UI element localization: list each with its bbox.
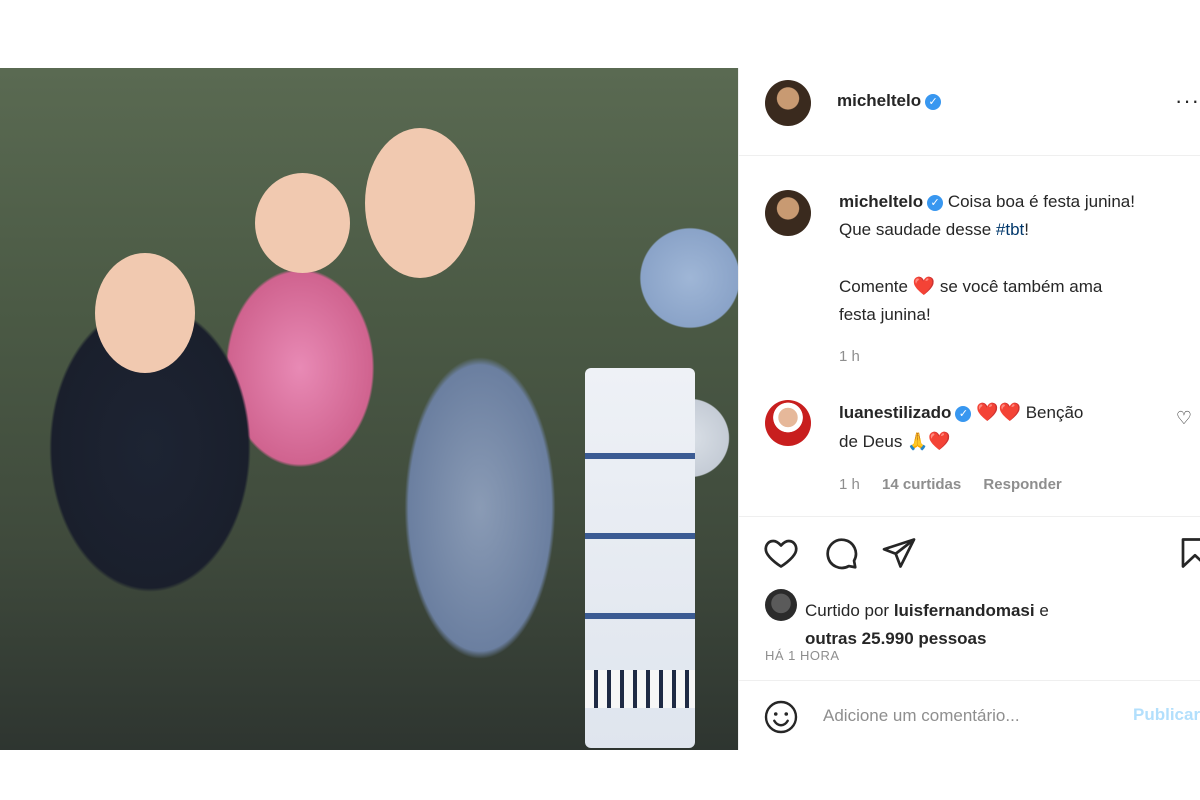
caption-time[interactable]: 1 h (839, 348, 860, 365)
liked-by-avatar[interactable] (765, 589, 797, 621)
pray-emoji: 🙏 (907, 432, 929, 451)
comment-likes[interactable]: 14 curtidas (882, 476, 961, 493)
comment-text2: de Deus (839, 432, 908, 451)
add-comment-bar: Publicar (739, 680, 1200, 750)
heart-emoji: ❤️ (912, 276, 936, 296)
share-icon[interactable] (881, 535, 917, 571)
post-time-ago[interactable]: HÁ 1 HORA (765, 648, 840, 663)
header-username[interactable]: micheltelo ✓ (837, 91, 942, 111)
liked-by-user[interactable]: luisfernandomasi (894, 601, 1035, 620)
caption-line1: Coisa boa é festa junina! (947, 192, 1135, 211)
bookmark-icon[interactable] (1177, 535, 1200, 571)
post-header: micheltelo ✓ ··· (739, 68, 1200, 156)
comment-meta: 1 h 14 curtidas Responder (839, 476, 1062, 493)
header-username-text[interactable]: micheltelo (837, 91, 921, 110)
liked-by-mid: e (1034, 601, 1049, 620)
heart-emoji: ❤️❤️ (976, 402, 1021, 422)
liked-by-prefix: Curtido por (805, 601, 894, 620)
cake-band (585, 613, 695, 619)
comment-input[interactable] (823, 701, 1113, 731)
liked-by: Curtido por luisfernandomasi e outras 25… (805, 597, 1049, 653)
comment-text1: Benção (1020, 403, 1084, 422)
more-options-icon[interactable]: ··· (1175, 88, 1200, 114)
likes-count[interactable]: outras 25.990 pessoas (805, 629, 986, 648)
verified-badge-icon: ✓ (925, 94, 942, 110)
post-caption: micheltelo ✓ Coisa boa é festa junina! Qu… (839, 188, 1199, 329)
photo-face-woman (95, 253, 195, 373)
photo-cake (585, 368, 695, 748)
caption-avatar[interactable] (765, 190, 811, 236)
reply-button[interactable]: Responder (983, 476, 1061, 493)
caption-username[interactable]: micheltelo (839, 192, 923, 211)
post-actions: Curtido por luisfernandomasi e outras 25… (739, 516, 1200, 648)
caption-line2-suffix: ! (1024, 220, 1029, 239)
caption-line4: festa junina! (839, 305, 931, 324)
comment-icon[interactable] (823, 535, 859, 571)
heart-emoji: ❤️ (928, 431, 951, 451)
comment-like-heart-icon[interactable]: ♡ (1176, 408, 1192, 429)
verified-badge-icon: ✓ (955, 406, 972, 422)
comment-time[interactable]: 1 h (839, 476, 860, 493)
photo-face-baby (255, 173, 350, 273)
caption-line3-suffix: se você também ama (935, 277, 1103, 296)
photo-face-man (365, 128, 475, 278)
post-photo[interactable] (0, 68, 738, 750)
cake-band (585, 533, 695, 539)
emoji-icon[interactable] (763, 699, 799, 735)
cake-band (585, 453, 695, 459)
cake-piano-keys (585, 670, 695, 708)
publish-button[interactable]: Publicar (1133, 705, 1200, 725)
caption-line2-prefix: Que saudade desse (839, 220, 996, 239)
post-side-panel: micheltelo ✓ ··· micheltelo ✓ Coisa boa é … (738, 68, 1200, 750)
heart-icon[interactable] (763, 535, 799, 571)
comment: luanestilizado ✓ ❤️❤️ Benção de Deus 🙏❤️ (839, 398, 1159, 456)
comment-username[interactable]: luanestilizado (839, 403, 951, 422)
caption-line3-prefix: Comente (839, 277, 913, 296)
avatar[interactable] (765, 80, 811, 126)
verified-badge-icon: ✓ (927, 195, 944, 211)
comment-avatar[interactable] (765, 400, 811, 446)
hashtag-link[interactable]: #tbt (996, 220, 1024, 239)
